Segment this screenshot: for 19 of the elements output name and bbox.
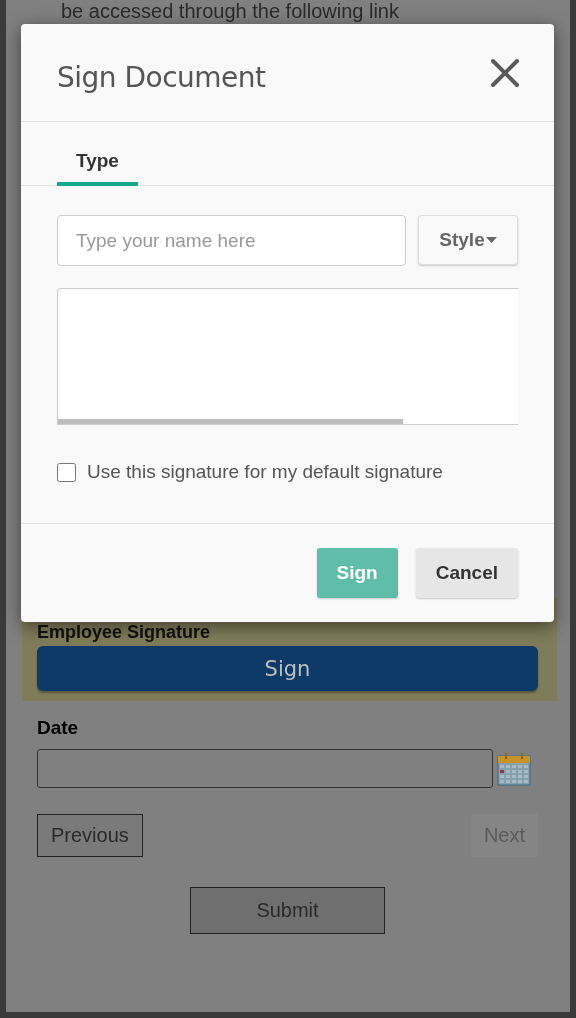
caret-icon	[485, 237, 497, 243]
signature-label: Employee Signature	[37, 622, 212, 642]
close-icon	[490, 57, 520, 88]
date-label: Date	[37, 717, 80, 739]
tab[interactable]: Type	[57, 142, 138, 186]
sign-button[interactable]: Sign	[37, 646, 538, 691]
cancel-button[interactable]: Cancel	[415, 548, 518, 598]
name-field[interactable]: Type your name here	[57, 215, 406, 266]
dialog-title: Sign Document	[57, 61, 266, 94]
previous-button[interactable]: Previous	[37, 814, 143, 857]
default-checkbox[interactable]	[57, 462, 76, 482]
date-field[interactable]	[37, 749, 493, 788]
style-button[interactable]: Style	[418, 215, 518, 265]
scrollbar-thumb[interactable]	[58, 419, 403, 424]
intro-text: be accessed through the following link	[61, 0, 400, 22]
checkbox-label: Use this signature for my default signature	[87, 461, 443, 483]
calendar-icon[interactable]	[497, 751, 531, 786]
close-button[interactable]	[490, 57, 520, 88]
submit-button[interactable]: Submit	[190, 887, 385, 934]
